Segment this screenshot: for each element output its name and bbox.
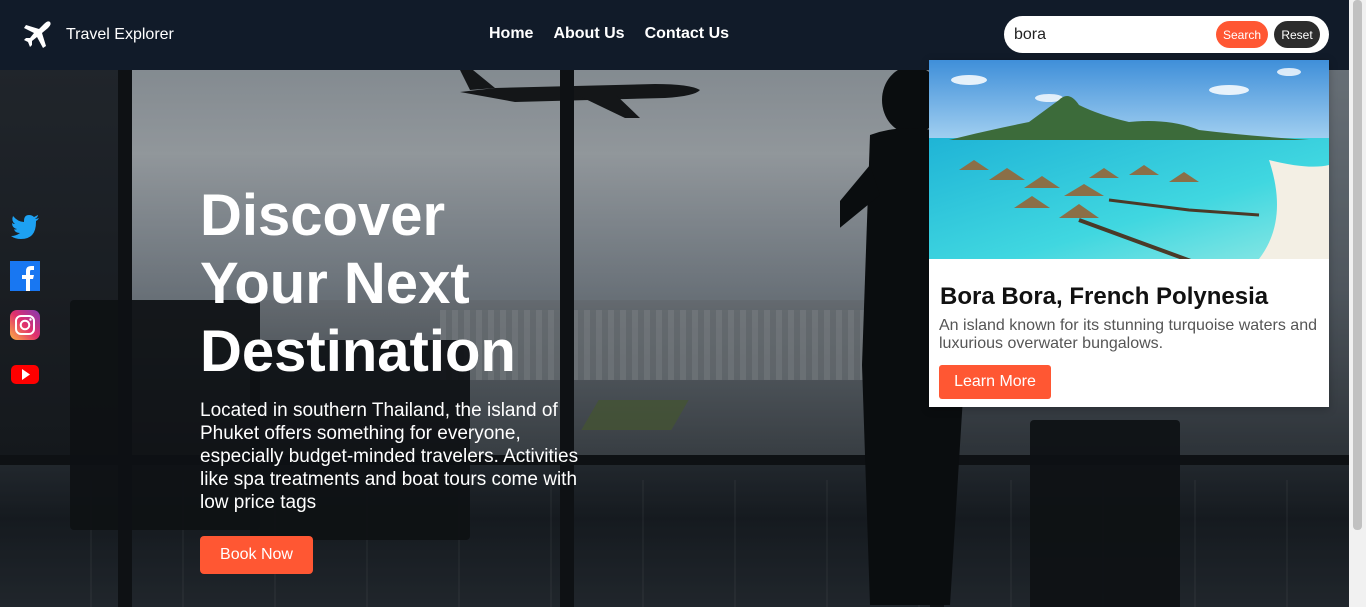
brand-name: Travel Explorer (66, 26, 174, 43)
brand[interactable]: Travel Explorer (22, 20, 174, 50)
facebook-icon[interactable] (10, 261, 40, 291)
social-links (10, 212, 40, 389)
scrollbar-thumb[interactable] (1353, 0, 1362, 530)
hero-content: Discover Your Next Destination Located i… (200, 182, 610, 574)
search-button[interactable]: Search (1216, 21, 1268, 48)
reset-button[interactable]: Reset (1274, 21, 1320, 48)
result-title: Bora Bora, French Polynesia (940, 283, 1269, 310)
result-description: An island known for its stunning turquoi… (939, 317, 1317, 352)
page-scrollbar[interactable] (1349, 0, 1366, 607)
search-bar: Search Reset (1004, 16, 1329, 53)
book-now-button[interactable]: Book Now (200, 536, 313, 574)
nav-about-us[interactable]: About Us (553, 25, 624, 43)
instagram-icon[interactable] (10, 310, 40, 340)
search-result-card: Bora Bora, French Polynesia An island kn… (929, 60, 1329, 407)
nav-contact-us[interactable]: Contact Us (645, 25, 729, 43)
twitter-icon[interactable] (10, 212, 40, 242)
search-input[interactable] (1014, 25, 1214, 44)
airplane-icon (24, 21, 51, 48)
nav-home[interactable]: Home (489, 25, 533, 43)
nav-links: Home About Us Contact Us (489, 25, 729, 43)
learn-more-button[interactable]: Learn More (939, 365, 1051, 399)
hero-title: Discover Your Next Destination (200, 183, 516, 384)
youtube-icon[interactable] (10, 359, 40, 389)
destination-image (929, 60, 1329, 259)
hero-description: Located in southern Thailand, the island… (200, 400, 579, 513)
